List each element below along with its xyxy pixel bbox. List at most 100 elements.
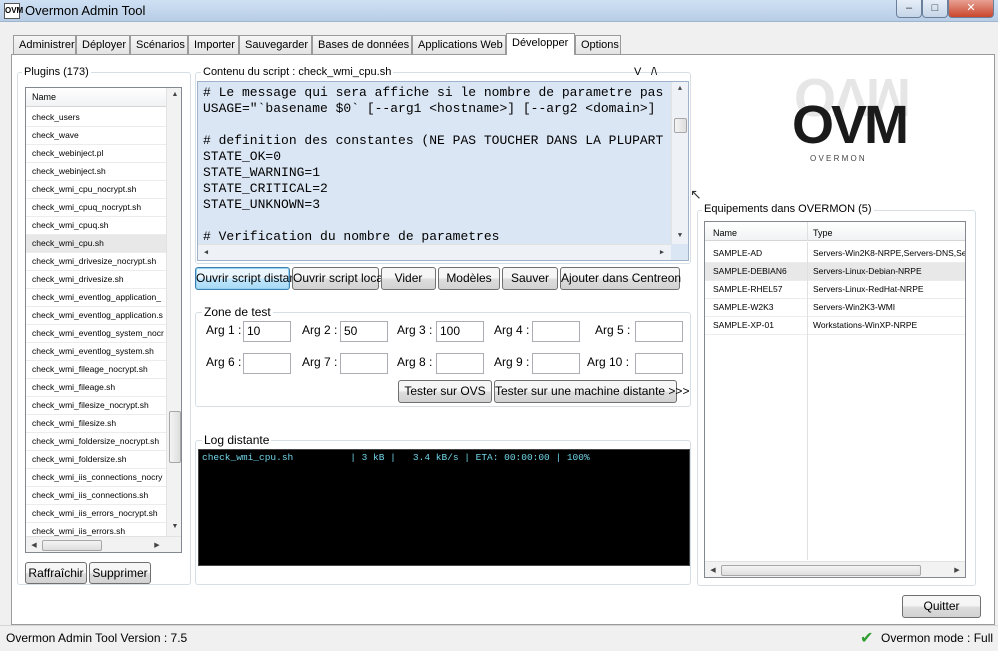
plugin-list-item[interactable]: check_wmi_cpuq.sh <box>26 217 167 235</box>
equipements-hscrollbar[interactable]: ◀ ▶ <box>705 561 965 577</box>
arg-2-input[interactable]: 50 <box>340 321 388 342</box>
plugins-list[interactable]: Name check_users check_wave check_webinjec… <box>25 87 182 553</box>
scroll-right-arrow-icon[interactable]: ▶ <box>151 541 163 549</box>
test-remote-button[interactable]: Tester sur une machine distante >>> <box>494 380 689 403</box>
equip-scroll-right-icon[interactable]: ▶ <box>951 566 963 574</box>
editor-vscrollbar[interactable]: ▲ ▼ <box>671 82 688 244</box>
plugins-column-header[interactable]: Name <box>26 88 167 107</box>
plugin-list-item[interactable]: check_wmi_filesize.sh <box>26 415 167 433</box>
plugins-hscrollbar[interactable]: ◀ ▶ <box>26 536 181 552</box>
arg-10-input[interactable] <box>635 353 683 374</box>
equipement-type: Servers-Linux-Debian-NRPE <box>813 266 922 276</box>
plugin-list-item[interactable]: check_users <box>26 109 167 127</box>
add-centreon-button[interactable]: Ajouter dans Centreon <box>560 267 681 290</box>
window-title: Overmon Admin Tool <box>25 3 146 18</box>
test-ovs-button[interactable]: Tester sur OVS <box>398 380 492 403</box>
tab-scenarios[interactable]: Scénarios <box>130 35 188 54</box>
log-terminal[interactable]: check_wmi_cpu.sh | 3 kB | 3.4 kB/s | ETA… <box>198 449 690 566</box>
plugin-list-item[interactable]: check_wmi_cpu_nocrypt.sh <box>26 181 167 199</box>
arg-7-input[interactable] <box>340 353 388 374</box>
plugin-list-item[interactable]: check_wmi_foldersize_nocrypt.sh <box>26 433 167 451</box>
plugin-list-item[interactable]: check_wmi_cpu.sh <box>26 235 167 253</box>
plugin-list-item[interactable]: check_wmi_filesize_nocrypt.sh <box>26 397 167 415</box>
arg-label: Arg 7 : <box>302 355 338 369</box>
arg-1-input[interactable]: 10 <box>243 321 291 342</box>
expand-toggle[interactable]: /\ <box>651 66 657 78</box>
plugin-list-item[interactable]: check_wmi_eventlog_application.s <box>26 307 167 325</box>
editor-scroll-right-icon[interactable]: ▶ <box>656 248 668 257</box>
plugin-list-item[interactable]: check_webinject.sh <box>26 163 167 181</box>
plugins-scroll-thumb[interactable] <box>169 411 181 463</box>
equip-scroll-left-icon[interactable]: ◀ <box>707 566 719 574</box>
tab-importer[interactable]: Importer <box>188 35 239 54</box>
arg-3-input[interactable]: 100 <box>436 321 484 342</box>
minimize-button[interactable]: – <box>896 0 922 18</box>
equipement-row[interactable]: SAMPLE-XP-01 Workstations-WinXP-NRPE <box>705 317 965 335</box>
equipement-row[interactable]: SAMPLE-W2K3 Servers-Win2K3-WMI <box>705 299 965 317</box>
arg-label: Arg 5 : <box>595 323 631 337</box>
editor-hscrollbar[interactable]: ◀ ▶ <box>198 244 671 260</box>
tab-deployer[interactable]: Déployer <box>76 35 130 54</box>
tab-options[interactable]: Options <box>575 35 621 54</box>
code-line: STATE_WARNING=1 <box>203 165 321 180</box>
arg-6-input[interactable] <box>243 353 291 374</box>
arg-4-input[interactable] <box>532 321 580 342</box>
arg-5-input[interactable] <box>635 321 683 342</box>
script-editor[interactable]: # Le message qui sera affiche si le nomb… <box>197 81 689 261</box>
equipement-name: SAMPLE-W2K3 <box>713 302 774 312</box>
arg-9-input[interactable] <box>532 353 580 374</box>
mouse-cursor-icon: ↖ <box>690 186 702 202</box>
close-button[interactable]: ✕ <box>948 0 994 18</box>
tab-bases-de-donnees[interactable]: Bases de données <box>312 35 412 54</box>
collapse-toggle[interactable]: V <box>634 66 641 78</box>
plugin-list-item[interactable]: check_wmi_drivesize.sh <box>26 271 167 289</box>
open-local-script-button[interactable]: Ouvrir script local <box>292 267 386 290</box>
arg-label: Arg 3 : <box>397 323 433 337</box>
scroll-up-arrow-icon[interactable]: ▲ <box>169 91 181 98</box>
plugins-vscrollbar[interactable]: ▲ ▼ <box>166 88 181 536</box>
tab-administrer[interactable]: Administrer <box>13 35 76 54</box>
equipement-row[interactable]: SAMPLE-AD Servers-Win2K8-NRPE,Servers-DNS… <box>705 245 965 263</box>
scroll-down-arrow-icon[interactable]: ▼ <box>169 523 181 530</box>
tab-applications-web[interactable]: Applications Web <box>412 35 506 54</box>
plugin-list-item[interactable]: check_wmi_eventlog_system_nocr <box>26 325 167 343</box>
plugin-list-item[interactable]: check_wmi_iis_connections.sh <box>26 487 167 505</box>
plugins-rows: check_users check_wave check_webinject.pl c… <box>26 109 167 541</box>
refresh-button[interactable]: Raffraîchir <box>25 562 87 584</box>
scroll-left-arrow-icon[interactable]: ◀ <box>28 541 40 549</box>
equipements-column-header[interactable]: Name Type <box>705 222 965 241</box>
equipement-row[interactable]: SAMPLE-DEBIAN6 Servers-Linux-Debian-NRPE <box>705 263 965 281</box>
plugin-list-item[interactable]: check_wmi_eventlog_application_ <box>26 289 167 307</box>
equipement-name: SAMPLE-RHEL57 <box>713 284 783 294</box>
code-line: STATE_OK=0 <box>203 149 282 164</box>
delete-button[interactable]: Supprimer <box>89 562 151 584</box>
editor-scroll-down-icon[interactable]: ▼ <box>674 232 686 240</box>
quit-button[interactable]: Quitter <box>902 595 981 618</box>
tab-sauvegarder[interactable]: Sauvegarder <box>239 35 312 54</box>
plugin-list-item[interactable]: check_wmi_drivesize_nocrypt.sh <box>26 253 167 271</box>
equipements-list[interactable]: Name Type SAMPLE-AD Servers-Win2K8-NRPE,S… <box>704 221 966 578</box>
plugin-list-item[interactable]: check_wave <box>26 127 167 145</box>
equipement-row[interactable]: SAMPLE-RHEL57 Servers-Linux-RedHat-NRPE <box>705 281 965 299</box>
templates-button[interactable]: Modèles <box>438 267 500 290</box>
plugin-list-item[interactable]: check_wmi_iis_errors_nocrypt.sh <box>26 505 167 523</box>
editor-scroll-thumb[interactable] <box>674 118 687 133</box>
plugin-list-item[interactable]: check_wmi_cpuq_nocrypt.sh <box>26 199 167 217</box>
editor-scroll-left-icon[interactable]: ◀ <box>200 248 212 257</box>
arg-8-input[interactable] <box>436 353 484 374</box>
tab-developper[interactable]: Développer <box>506 33 575 55</box>
maximize-button[interactable]: □ <box>922 0 948 18</box>
save-button[interactable]: Sauver <box>502 267 558 290</box>
plugin-list-item[interactable]: check_wmi_foldersize.sh <box>26 451 167 469</box>
plugin-list-item[interactable]: check_wmi_eventlog_system.sh <box>26 343 167 361</box>
plugin-list-item[interactable]: check_wmi_fileage_nocrypt.sh <box>26 361 167 379</box>
editor-scroll-up-icon[interactable]: ▲ <box>674 85 686 93</box>
plugins-hscroll-thumb[interactable] <box>42 540 102 551</box>
equip-hscroll-thumb[interactable] <box>721 565 921 576</box>
logo-text: OVM <box>792 95 909 155</box>
plugin-list-item[interactable]: check_wmi_fileage.sh <box>26 379 167 397</box>
plugin-list-item[interactable]: check_wmi_iis_connections_nocry <box>26 469 167 487</box>
plugin-list-item[interactable]: check_webinject.pl <box>26 145 167 163</box>
open-remote-script-button[interactable]: Ouvrir script distant <box>195 267 299 290</box>
clear-button[interactable]: Vider <box>381 267 436 290</box>
